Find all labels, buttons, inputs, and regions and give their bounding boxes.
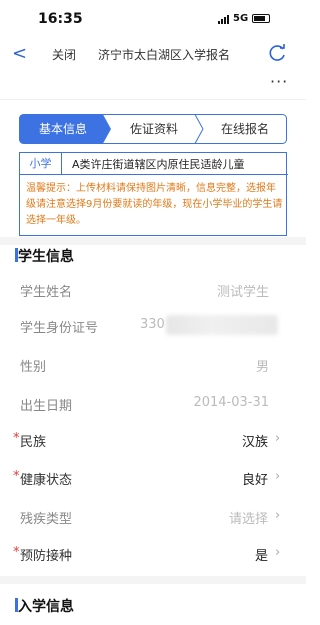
field-label: 学生姓名: [20, 285, 73, 300]
page-title: 济宁市太白湖区入学报名: [98, 48, 231, 62]
step-basic-info[interactable]: 基本信息: [19, 114, 107, 144]
field-value: 汉族: [241, 435, 268, 450]
school-info-box: 小学 A类许庄街道辖区内原住民适龄儿童 温馨提示：上传材料请保持图片清晰，信息完…: [19, 152, 288, 236]
field-label: 预防接种: [20, 549, 73, 564]
field-value: 2014-03-31: [193, 395, 269, 410]
status-time: 16:35: [38, 11, 83, 27]
field-value: 是: [254, 549, 268, 564]
section-divider: [0, 576, 306, 584]
school-category: A类许庄街道辖区内原住民适龄儿童: [72, 158, 245, 171]
student-section-title: 学生信息: [18, 249, 74, 265]
required-mark: *: [13, 469, 20, 484]
school-type-row: 小学 A类许庄街道辖区内原住民适龄儿童: [20, 153, 288, 175]
signal-icon: [218, 14, 229, 24]
field-value: 请选择: [228, 512, 268, 527]
field-label: 残疾类型: [20, 512, 73, 527]
required-mark: *: [13, 431, 20, 446]
field-disability[interactable]: 残疾类型 请选择 ›: [0, 498, 306, 534]
required-mark: *: [13, 545, 20, 560]
field-vaccination[interactable]: * 预防接种 是 ›: [0, 535, 306, 571]
field-value: 良好: [241, 473, 268, 488]
step-online-register[interactable]: 在线报名: [203, 114, 287, 144]
tip-text: 温馨提示：上传材料请保持图片清晰，信息完整，选报年级请注意选择9月份要就读的年级…: [26, 183, 283, 226]
field-gender[interactable]: 性别 男: [0, 346, 306, 382]
field-value: 男: [255, 360, 269, 375]
step-evidence[interactable]: 佐证资料: [111, 114, 197, 144]
field-label: 学生身份证号: [20, 321, 99, 336]
field-id-number[interactable]: 学生身份证号 330: [0, 307, 306, 343]
field-value: 330: [140, 317, 165, 332]
field-label: 性别: [20, 360, 47, 375]
step-indicator: 基本信息 佐证资料 在线报名: [19, 114, 287, 144]
field-label: 出生日期: [20, 399, 73, 414]
chevron-right-icon: ›: [275, 545, 281, 560]
field-value: 测试学生: [216, 285, 269, 300]
more-row: ···: [0, 70, 306, 100]
field-ethnicity[interactable]: * 民族 汉族 ›: [0, 421, 306, 457]
chevron-right-icon: ›: [275, 431, 281, 446]
chevron-right-icon: ›: [275, 469, 281, 484]
more-icon[interactable]: ···: [270, 72, 288, 91]
field-label: 健康状态: [20, 473, 73, 488]
field-label: 民族: [20, 435, 47, 450]
back-icon[interactable]: <: [12, 44, 27, 64]
redaction-blur: [166, 315, 278, 335]
field-birth-date[interactable]: 出生日期 2014-03-31: [0, 385, 306, 421]
network-label: 5G: [233, 13, 249, 24]
enroll-section-title: 入学信息: [18, 599, 74, 615]
field-health[interactable]: * 健康状态 良好 ›: [0, 459, 306, 495]
watermark-logo: [252, 0, 306, 40]
nav-bar: < 关闭 济宁市太白湖区入学报名: [0, 40, 306, 70]
field-student-name[interactable]: 学生姓名 测试学生: [0, 271, 306, 307]
close-button[interactable]: 关闭: [52, 46, 76, 63]
refresh-icon[interactable]: [268, 43, 288, 63]
school-type-tag: 小学: [20, 153, 62, 174]
section-divider: [0, 237, 306, 245]
status-bar: 16:35 5G: [0, 0, 306, 40]
chevron-right-icon: ›: [275, 508, 281, 523]
